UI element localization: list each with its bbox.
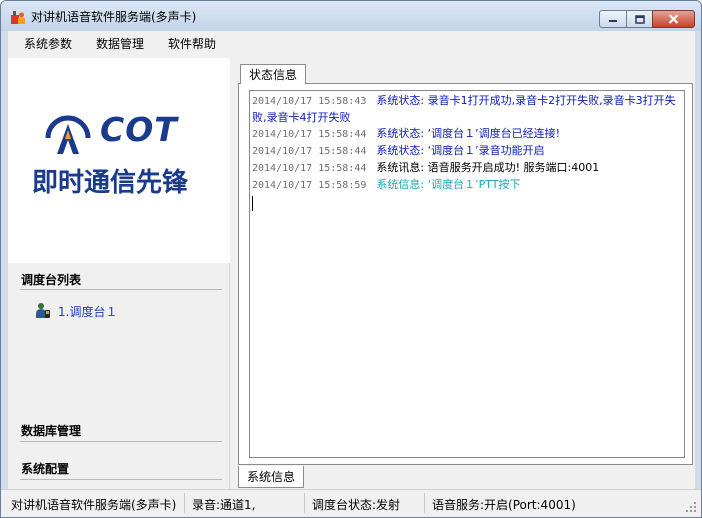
- menu-system-params[interactable]: 系统参数: [15, 35, 81, 52]
- window-title: 对讲机语音软件服务端(多声卡): [31, 10, 197, 24]
- status-recording: 录音:通道1,: [192, 498, 256, 512]
- close-button[interactable]: [652, 10, 695, 28]
- divider: [20, 289, 222, 290]
- tab-system-info[interactable]: 系统信息: [238, 466, 305, 488]
- resize-grip-icon[interactable]: [685, 501, 697, 513]
- sidebar: COT 即时通信先锋 调度台列表 1.调度台１ 数据库管理 系统配置: [8, 58, 230, 489]
- main-window: 对讲机语音软件服务端(多声卡) 系统参数 数据管理 软件帮助 COT 即时通信先…: [0, 0, 702, 518]
- log-message: 系统讯息: 语音服务开启成功! 服务端口:4001: [376, 161, 600, 174]
- log-message: 系统状态: ‘调度台１’调度台已经连接!: [376, 127, 560, 140]
- station-list-header[interactable]: 调度台列表: [21, 271, 81, 288]
- menu-bar: 系统参数 数据管理 软件帮助: [8, 31, 695, 55]
- log-time: 2014/10/17 15:58:43: [252, 96, 367, 107]
- window-controls: [599, 10, 695, 28]
- status-voice-service: 语音服务:开启(Port:4001): [432, 498, 576, 512]
- log-entry: 2014/10/17 15:58:44 系统状态: ‘调度台１’录音功能开启: [252, 143, 684, 160]
- log-entry: 2014/10/17 15:58:43 系统状态: 录音卡1打开成功,录音卡2打开…: [252, 93, 684, 126]
- log-message: 系统状态: ‘调度台１’录音功能开启: [376, 144, 545, 157]
- status-separator: [184, 493, 185, 513]
- divider: [20, 441, 222, 442]
- maximize-button[interactable]: [626, 10, 652, 28]
- logo-brand: COT: [100, 110, 178, 149]
- log-time: 2014/10/17 15:58:44: [252, 163, 367, 174]
- log-textbox[interactable]: 2014/10/17 15:58:43 系统状态: 录音卡1打开成功,录音卡2打开…: [249, 90, 685, 458]
- log-entry: 2014/10/17 15:58:44 系统状态: ‘调度台１’调度台已经连接!: [252, 126, 684, 143]
- status-tab-pane: 2014/10/17 15:58:43 系统状态: 录音卡1打开成功,录音卡2打开…: [238, 83, 693, 465]
- menu-data-management[interactable]: 数据管理: [87, 35, 153, 52]
- log-time: 2014/10/17 15:58:44: [252, 129, 367, 140]
- divider: [20, 479, 222, 480]
- log-entry: 2014/10/17 15:58:44 系统讯息: 语音服务开启成功! 服务端口:…: [252, 160, 684, 177]
- station-label: 1.调度台１: [58, 304, 118, 319]
- maximize-icon: [634, 14, 645, 24]
- close-icon: [668, 14, 679, 24]
- database-header[interactable]: 数据库管理: [21, 422, 81, 439]
- status-separator: [304, 493, 305, 513]
- title-bar[interactable]: 对讲机语音软件服务端(多声卡): [1, 1, 701, 31]
- status-separator: [424, 493, 425, 513]
- menu-software-help[interactable]: 软件帮助: [159, 35, 225, 52]
- tab-status-info[interactable]: 状态信息: [240, 64, 307, 84]
- config-header[interactable]: 系统配置: [21, 460, 69, 477]
- cot-emblem-icon: [45, 115, 91, 154]
- app-icon: [11, 11, 25, 24]
- logo-area: COT 即时通信先锋: [8, 58, 230, 263]
- status-bar: 对讲机语音软件服务端(多声卡) 录音:通道1, 调度台状态:发射 语音服务:开启…: [1, 489, 701, 517]
- minimize-button[interactable]: [599, 10, 626, 28]
- status-app-name: 对讲机语音软件服务端(多声卡): [11, 498, 177, 512]
- main-panel: 状态信息 2014/10/17 15:58:43 系统状态: 录音卡1打开成功,录…: [234, 58, 695, 489]
- text-caret: [252, 196, 253, 211]
- client-area: COT 即时通信先锋 调度台列表 1.调度台１ 数据库管理 系统配置 状态信息: [8, 55, 695, 489]
- log-message: 系统信息: ‘调度台１’PTT按下: [376, 178, 521, 191]
- dispatcher-icon: [36, 303, 50, 318]
- status-station: 调度台状态:发射: [312, 498, 401, 512]
- log-entry: 2014/10/17 15:58:59 系统信息: ‘调度台１’PTT按下: [252, 177, 684, 194]
- minimize-icon: [609, 20, 617, 22]
- log-time: 2014/10/17 15:58:59: [252, 180, 367, 191]
- logo-slogan: 即时通信先锋: [32, 168, 189, 198]
- log-time: 2014/10/17 15:58:44: [252, 146, 367, 157]
- station-item[interactable]: 1.调度台１: [34, 302, 117, 320]
